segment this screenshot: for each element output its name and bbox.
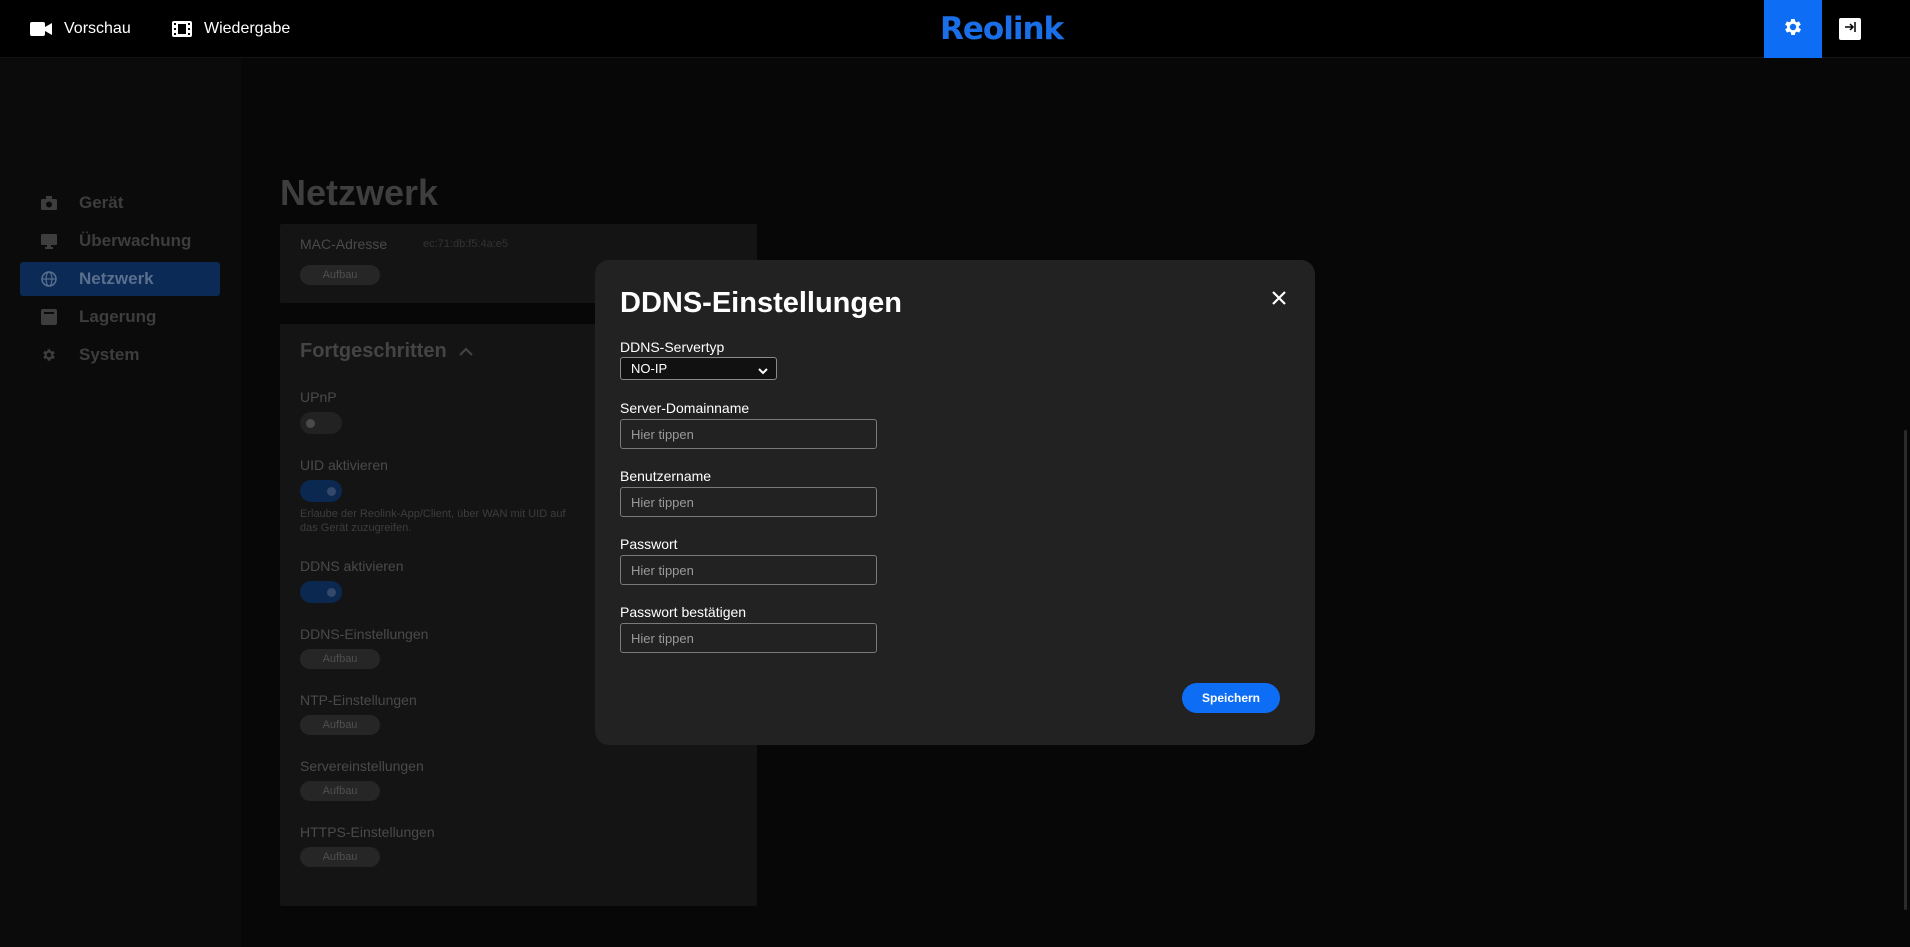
film-icon bbox=[172, 21, 192, 37]
upnp-label: UPnP bbox=[300, 389, 337, 405]
upnp-toggle[interactable] bbox=[300, 412, 342, 434]
sidebar-item-network[interactable]: Netzwerk bbox=[20, 262, 220, 296]
server-setup-button[interactable]: Aufbau bbox=[300, 781, 380, 801]
video-camera-icon bbox=[30, 21, 52, 37]
sidebar-item-device[interactable]: Gerät bbox=[20, 186, 220, 220]
sidebar-item-storage[interactable]: Lagerung bbox=[20, 300, 220, 334]
confirm-password-label: Passwort bestätigen bbox=[620, 604, 747, 620]
gear-icon bbox=[1782, 16, 1804, 43]
preview-nav-label: Vorschau bbox=[64, 20, 131, 37]
toggle-knob bbox=[327, 588, 336, 597]
storage-icon bbox=[41, 309, 57, 325]
gear-icon bbox=[41, 347, 57, 363]
save-button[interactable]: Speichern bbox=[1182, 683, 1280, 713]
close-button[interactable] bbox=[1267, 288, 1291, 312]
monitor-icon bbox=[41, 233, 57, 249]
advanced-section-title: Fortgeschritten bbox=[300, 340, 447, 362]
username-label: Benutzername bbox=[620, 468, 712, 484]
page-scrollbar[interactable] bbox=[1904, 430, 1907, 910]
sidebar-item-label: Netzwerk bbox=[79, 269, 154, 288]
sidebar-item-label: Überwachung bbox=[79, 231, 192, 250]
ntp-setup-button[interactable]: Aufbau bbox=[300, 715, 380, 735]
reolink-logo: Reolink bbox=[940, 12, 1064, 46]
mac-setup-button[interactable]: Aufbau bbox=[300, 265, 380, 285]
preview-nav-button[interactable]: Vorschau bbox=[30, 17, 131, 41]
close-icon bbox=[1271, 290, 1287, 311]
logo-text: Reolink bbox=[940, 11, 1064, 47]
camera-icon bbox=[41, 195, 57, 211]
toggle-knob bbox=[327, 487, 336, 496]
ddns-settings-dialog: DDNS-Einstellungen DDNS-Servertyp NO-IP … bbox=[595, 260, 1315, 745]
playback-nav-button[interactable]: Wiedergabe bbox=[172, 17, 290, 41]
password-label: Passwort bbox=[620, 536, 678, 552]
playback-nav-label: Wiedergabe bbox=[204, 20, 291, 37]
settings-button[interactable] bbox=[1764, 0, 1822, 58]
domain-label: Server-Domainname bbox=[620, 400, 750, 416]
server-type-select[interactable]: NO-IP bbox=[620, 357, 777, 380]
uid-toggle[interactable] bbox=[300, 480, 342, 502]
chevron-down-icon bbox=[758, 363, 768, 378]
ddns-toggle[interactable] bbox=[300, 581, 342, 603]
https-setup-button[interactable]: Aufbau bbox=[300, 847, 380, 867]
uid-hint: Erlaube der Reolink-App/Client, über WAN… bbox=[300, 508, 566, 534]
username-input[interactable] bbox=[620, 487, 877, 517]
domain-input[interactable] bbox=[620, 419, 877, 449]
uid-label: UID aktivieren bbox=[300, 457, 388, 473]
mac-address-value: ec:71:db:f5:4a:e5 bbox=[423, 238, 509, 250]
sidebar: Gerät Überwachung Netzwerk Lagerung Syst… bbox=[0, 59, 241, 947]
globe-icon bbox=[41, 271, 57, 287]
top-bar: Vorschau Wiedergabe Reolink bbox=[0, 0, 1910, 58]
sidebar-item-monitoring[interactable]: Überwachung bbox=[20, 224, 220, 258]
advanced-section-toggle[interactable]: Fortgeschritten bbox=[300, 340, 473, 363]
ntp-settings-label: NTP-Einstellungen bbox=[300, 692, 417, 708]
sidebar-item-system[interactable]: System bbox=[20, 338, 220, 372]
toggle-knob bbox=[306, 419, 315, 428]
sidebar-item-label: System bbox=[79, 345, 140, 364]
server-settings-label: Servereinstellungen bbox=[300, 758, 424, 774]
dialog-title: DDNS-Einstellungen bbox=[620, 287, 902, 319]
ddns-settings-label: DDNS-Einstellungen bbox=[300, 626, 429, 642]
sidebar-item-label: Gerät bbox=[79, 193, 124, 212]
ddns-setup-button[interactable]: Aufbau bbox=[300, 649, 380, 669]
page-title: Netzwerk bbox=[280, 172, 439, 213]
mac-address-label: MAC-Adresse bbox=[300, 236, 388, 252]
server-type-label: DDNS-Servertyp bbox=[620, 339, 725, 355]
chevron-up-icon bbox=[458, 343, 473, 361]
server-type-value: NO-IP bbox=[631, 361, 668, 376]
sidebar-item-label: Lagerung bbox=[79, 307, 157, 326]
password-input[interactable] bbox=[620, 555, 877, 585]
https-settings-label: HTTPS-Einstellungen bbox=[300, 824, 435, 840]
logout-button[interactable] bbox=[1839, 18, 1861, 40]
ddns-enable-label: DDNS aktivieren bbox=[300, 558, 404, 574]
logout-icon bbox=[1844, 20, 1856, 38]
confirm-password-input[interactable] bbox=[620, 623, 877, 653]
